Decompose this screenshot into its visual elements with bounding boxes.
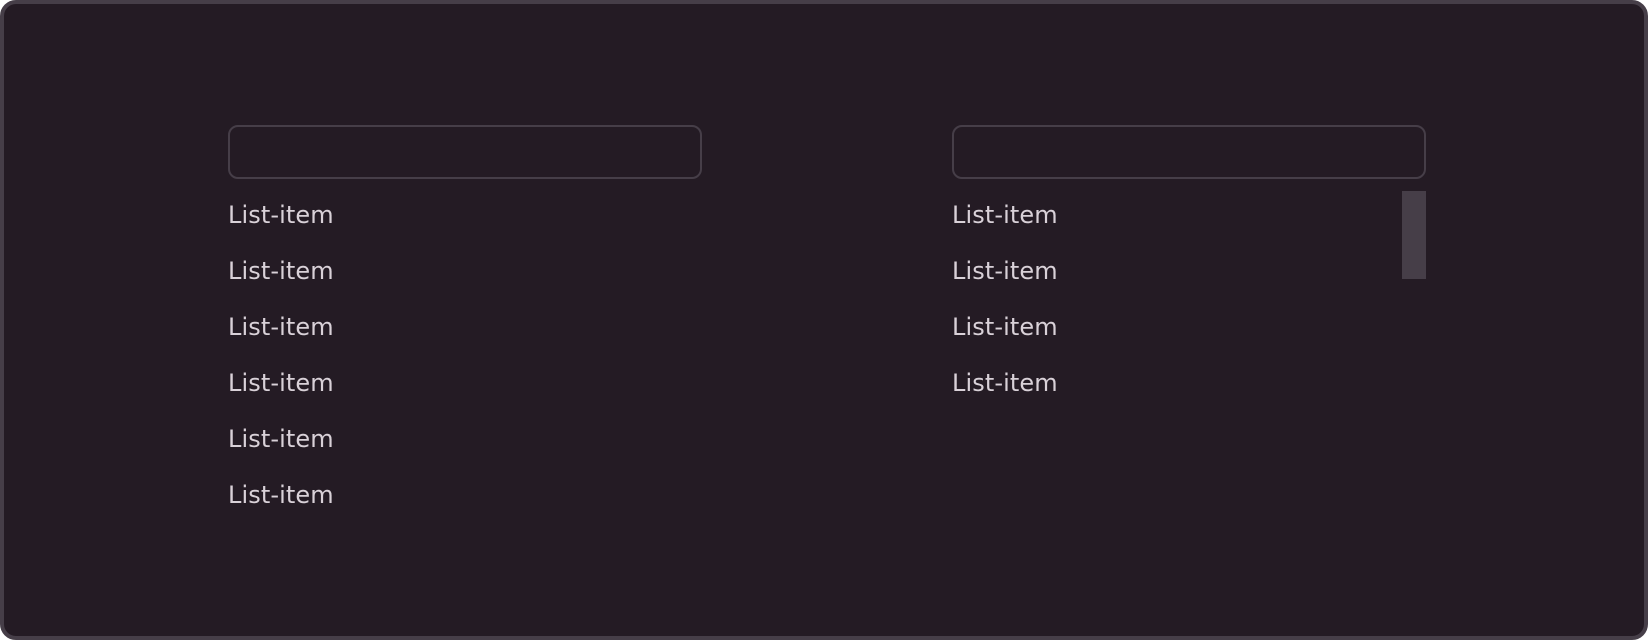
left-search-input[interactable] — [228, 125, 702, 179]
list-item[interactable]: List-item — [228, 187, 702, 243]
list-item[interactable]: List-item — [952, 187, 1426, 243]
left-list: List-item List-item List-item List-item … — [228, 187, 702, 523]
list-item[interactable]: List-item — [228, 243, 702, 299]
list-item[interactable]: List-item — [228, 467, 702, 523]
list-item[interactable]: List-item — [952, 299, 1426, 355]
right-list: List-item List-item List-item List-item — [952, 187, 1426, 411]
list-item[interactable]: List-item — [228, 411, 702, 467]
right-list-panel: List-item List-item List-item List-item — [952, 125, 1426, 411]
list-item[interactable]: List-item — [228, 299, 702, 355]
left-list-container[interactable]: List-item List-item List-item List-item … — [228, 187, 702, 523]
list-item[interactable]: List-item — [228, 355, 702, 411]
right-list-container[interactable]: List-item List-item List-item List-item — [952, 187, 1426, 411]
left-list-panel: List-item List-item List-item List-item … — [228, 125, 702, 523]
list-item[interactable]: List-item — [952, 243, 1426, 299]
scrollbar-thumb[interactable] — [1402, 191, 1426, 279]
list-item[interactable]: List-item — [952, 355, 1426, 411]
right-search-input[interactable] — [952, 125, 1426, 179]
window-frame: List-item List-item List-item List-item … — [0, 0, 1648, 640]
